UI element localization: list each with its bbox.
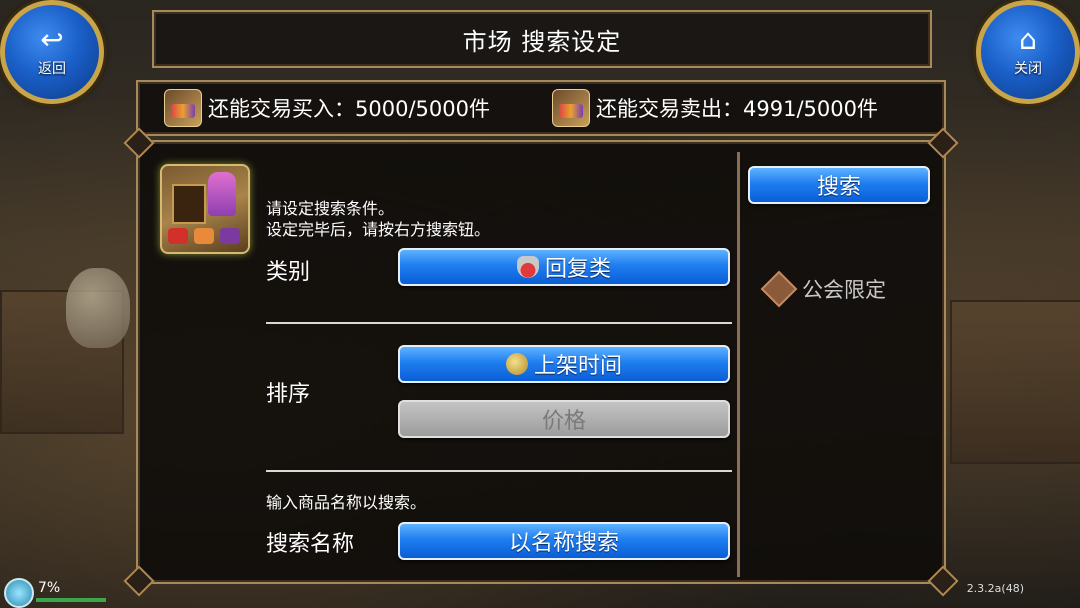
sort-label: 排序 — [266, 382, 311, 407]
category-label: 类别 — [266, 260, 311, 285]
search-button[interactable]: 搜索 — [748, 166, 930, 204]
instruction-text: 请设定搜索条件。 设定完毕后，请按右方搜索钮。 — [266, 198, 490, 240]
search-by-name-button[interactable]: 以名称搜索 — [398, 522, 730, 560]
bg-crate-right — [950, 300, 1080, 464]
instruction-line-1: 请设定搜索条件。 — [266, 199, 395, 218]
back-label: 返回 — [38, 61, 66, 77]
quota-buy-text: 还能交易买入：5000/5000件 — [208, 97, 490, 121]
search-by-name-label: 以名称搜索 — [508, 531, 619, 556]
status-progress-bar — [36, 598, 106, 602]
home-icon: ⌂ — [1019, 23, 1037, 56]
sort-option-price: 价格 — [541, 409, 586, 434]
search-button-label: 搜索 — [816, 175, 861, 200]
coin-icon — [505, 353, 528, 375]
instruction-line-2: 设定完毕后，请按右方搜索钮。 — [266, 220, 491, 239]
back-arrow-icon: ↩ — [40, 23, 64, 56]
close-label: 关闭 — [1014, 61, 1042, 77]
name-prompt: 输入商品名称以搜索。 — [266, 493, 427, 512]
search-settings-panel: 请设定搜索条件。 设定完毕后，请按右方搜索钮。 类别 回复类 排序 上架时间 价… — [136, 140, 946, 584]
network-status-icon — [4, 578, 34, 608]
version-text: 2.3.2a(48) — [966, 582, 1024, 595]
divider-2 — [266, 470, 732, 472]
category-value: 回复类 — [544, 257, 611, 282]
diamond-icon — [760, 270, 798, 308]
category-select-button[interactable]: 回复类 — [398, 248, 730, 286]
quota-sell: 还能交易卖出：4991/5000件 — [552, 88, 878, 128]
title-bar: 市场 搜索设定 — [152, 10, 932, 68]
divider-1 — [266, 322, 732, 324]
buy-shop-icon — [164, 89, 202, 127]
potion-icon — [516, 256, 539, 278]
market-stall-icon — [160, 164, 250, 254]
sort-by-time-button[interactable]: 上架时间 — [398, 345, 730, 383]
status-percent: 7% — [38, 580, 61, 596]
close-button[interactable]: ⌂ 关闭 — [976, 0, 1080, 104]
sort-option-time: 上架时间 — [533, 354, 622, 379]
quota-bar: 还能交易买入：5000/5000件 还能交易卖出：4991/5000件 — [136, 80, 946, 136]
panel-separator — [737, 152, 740, 577]
quota-sell-text: 还能交易卖出：4991/5000件 — [596, 97, 878, 121]
back-button[interactable]: ↩ 返回 — [0, 0, 104, 104]
sort-by-price-button[interactable]: 价格 — [398, 400, 730, 438]
guild-limit-toggle[interactable]: 公会限定 — [760, 270, 886, 308]
page-title: 市场 搜索设定 — [462, 27, 622, 56]
guild-limit-label: 公会限定 — [802, 278, 886, 302]
name-label: 搜索名称 — [266, 532, 355, 557]
sell-shop-icon — [552, 89, 590, 127]
quota-buy: 还能交易买入：5000/5000件 — [164, 88, 490, 128]
bg-sack — [66, 268, 130, 348]
